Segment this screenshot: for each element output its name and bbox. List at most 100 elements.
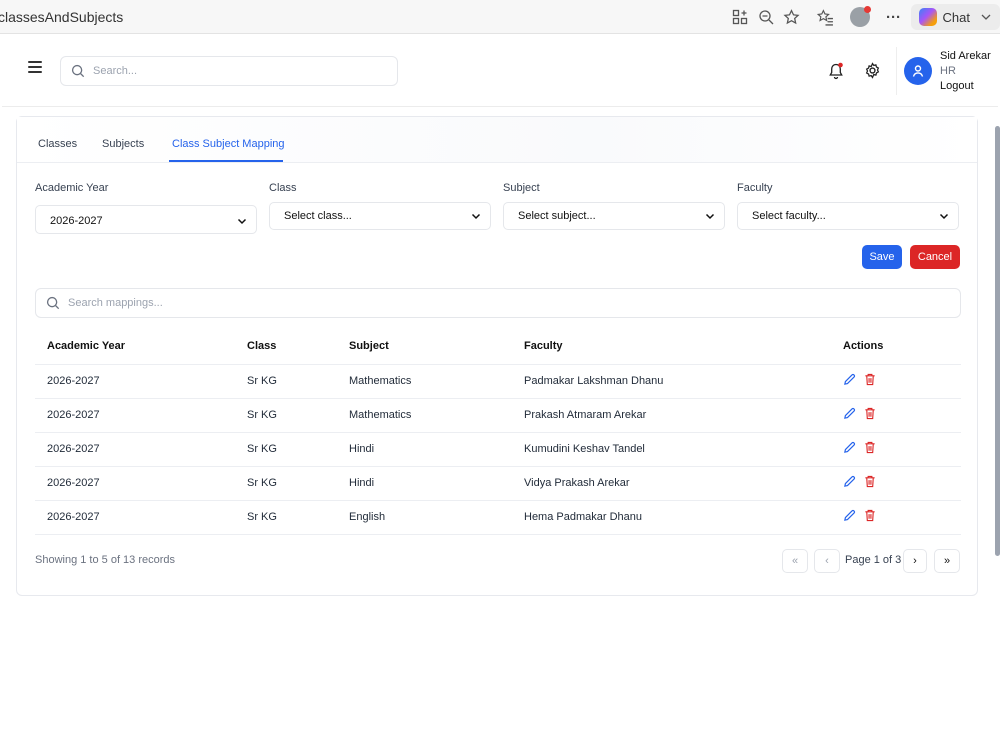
search-icon	[71, 64, 85, 78]
class-label: Class	[269, 182, 297, 194]
col-academic-year[interactable]: Academic Year	[35, 329, 235, 365]
save-button[interactable]: Save	[862, 245, 902, 269]
delete-trash-icon[interactable]	[864, 407, 876, 423]
table-row: 2026-2027 Sr KG Hindi Vidya Prakash Arekar	[35, 466, 961, 501]
page-indicator: Page 1 of 3	[845, 554, 902, 566]
tab-classes[interactable]: Classes	[38, 138, 77, 150]
cell-class: Sr KG	[235, 500, 337, 535]
table-row: 2026-2027 Sr KG Mathematics Prakash Atmaram…	[35, 398, 961, 433]
mapping-search-placeholder: Search mappings...	[68, 297, 163, 309]
cell-academic-year: 2026-2027	[35, 432, 235, 467]
last-page-button[interactable]: »	[934, 549, 960, 573]
cell-academic-year: 2026-2027	[35, 466, 235, 501]
mapping-table: Academic Year Class Subject Faculty Acti…	[35, 329, 961, 535]
table-row: 2026-2027 Sr KG Mathematics Padmakar Lakshm…	[35, 364, 961, 399]
prev-page-button[interactable]: ‹	[814, 549, 840, 573]
tab-class-subject-mapping[interactable]: Class Subject Mapping	[172, 138, 285, 150]
col-actions: Actions	[831, 329, 961, 365]
table-row: 2026-2027 Sr KG English Hema Padmakar Dhanu	[35, 500, 961, 535]
cell-subject: Hindi	[337, 466, 512, 501]
address-bar[interactable]: classesAndSubjects	[0, 9, 123, 25]
edit-pencil-icon[interactable]	[843, 373, 856, 389]
active-tab-indicator	[169, 160, 283, 162]
cell-faculty: Prakash Atmaram Arekar	[512, 398, 831, 433]
app-header: Search... Sid Arekar HR Logout	[2, 35, 998, 107]
chevron-down-icon	[471, 213, 481, 220]
search-placeholder: Search...	[93, 65, 138, 77]
edit-pencil-icon[interactable]	[843, 509, 856, 525]
chevron-down-icon	[237, 218, 247, 225]
user-name: Sid Arekar	[940, 50, 991, 62]
hamburger-menu-icon[interactable]	[28, 61, 42, 73]
cell-actions	[831, 364, 961, 399]
search-icon	[46, 296, 60, 310]
cell-actions	[831, 398, 961, 433]
faculty-label: Faculty	[737, 182, 773, 194]
delete-trash-icon[interactable]	[864, 373, 876, 389]
cell-faculty: Padmakar Lakshman Dhanu	[512, 364, 831, 399]
cell-faculty: Kumudini Keshav Tandel	[512, 432, 831, 467]
profile-icon[interactable]	[847, 4, 873, 30]
class-select-value: Select class...	[284, 210, 352, 222]
cell-academic-year: 2026-2027	[35, 364, 235, 399]
table-header-row: Academic Year Class Subject Faculty Acti…	[35, 329, 961, 365]
cell-class: Sr KG	[235, 364, 337, 399]
tab-bar: Classes Subjects Class Subject Mapping	[17, 117, 977, 163]
cell-academic-year: 2026-2027	[35, 398, 235, 433]
mapping-card: Classes Subjects Class Subject Mapping A…	[16, 116, 978, 596]
edit-pencil-icon[interactable]	[843, 475, 856, 491]
notification-bell-icon[interactable]	[828, 62, 844, 85]
tab-subjects[interactable]: Subjects	[102, 138, 144, 150]
favorite-star-icon[interactable]	[779, 4, 805, 30]
zoom-out-icon[interactable]	[753, 4, 779, 30]
settings-gear-icon[interactable]	[864, 62, 881, 84]
user-icon	[912, 65, 924, 77]
global-search-input[interactable]: Search...	[60, 56, 398, 86]
scrollbar-thumb[interactable]	[995, 126, 1000, 556]
more-options-icon[interactable]: ···	[881, 4, 907, 30]
header-divider	[896, 47, 897, 95]
subject-select[interactable]: Select subject...	[503, 202, 725, 230]
delete-trash-icon[interactable]	[864, 509, 876, 525]
cell-faculty: Hema Padmakar Dhanu	[512, 500, 831, 535]
edit-pencil-icon[interactable]	[843, 407, 856, 423]
first-page-button[interactable]: «	[782, 549, 808, 573]
cell-actions	[831, 466, 961, 501]
cell-faculty: Vidya Prakash Arekar	[512, 466, 831, 501]
table-row: 2026-2027 Sr KG Hindi Kumudini Keshav Tande…	[35, 432, 961, 467]
academic-year-label: Academic Year	[35, 182, 109, 194]
edit-pencil-icon[interactable]	[843, 441, 856, 457]
faculty-select[interactable]: Select faculty...	[737, 202, 959, 230]
col-class[interactable]: Class	[235, 329, 337, 365]
academic-year-value: 2026-2027	[50, 215, 103, 227]
cell-subject: Mathematics	[337, 398, 512, 433]
chevron-down-icon	[705, 213, 715, 220]
favorites-list-icon[interactable]	[813, 4, 839, 30]
cancel-button[interactable]: Cancel	[910, 245, 960, 269]
chevron-down-icon	[939, 213, 949, 220]
cell-class: Sr KG	[235, 466, 337, 501]
class-select[interactable]: Select class...	[269, 202, 491, 230]
cell-class: Sr KG	[235, 398, 337, 433]
cell-class: Sr KG	[235, 432, 337, 467]
copilot-icon	[918, 8, 937, 26]
copilot-chat-button[interactable]: Chat	[910, 4, 1000, 30]
chat-label: Chat	[942, 9, 970, 25]
cell-actions	[831, 500, 961, 535]
mapping-search-input[interactable]: Search mappings...	[35, 288, 961, 318]
logout-link[interactable]: Logout	[940, 79, 991, 94]
next-page-button[interactable]: ›	[903, 549, 927, 573]
cell-subject: English	[337, 500, 512, 535]
browser-toolbar: classesAndSubjects ··· Chat	[0, 0, 1000, 34]
cell-actions	[831, 432, 961, 467]
col-faculty[interactable]: Faculty	[512, 329, 831, 365]
academic-year-select[interactable]: 2026-2027	[35, 205, 257, 234]
col-subject[interactable]: Subject	[337, 329, 512, 365]
delete-trash-icon[interactable]	[864, 441, 876, 457]
delete-trash-icon[interactable]	[864, 475, 876, 491]
apps-icon[interactable]	[727, 4, 753, 30]
page-scrollbar[interactable]	[993, 116, 1000, 586]
cell-academic-year: 2026-2027	[35, 500, 235, 535]
chevron-down-icon	[981, 14, 991, 20]
user-avatar[interactable]	[904, 57, 932, 85]
